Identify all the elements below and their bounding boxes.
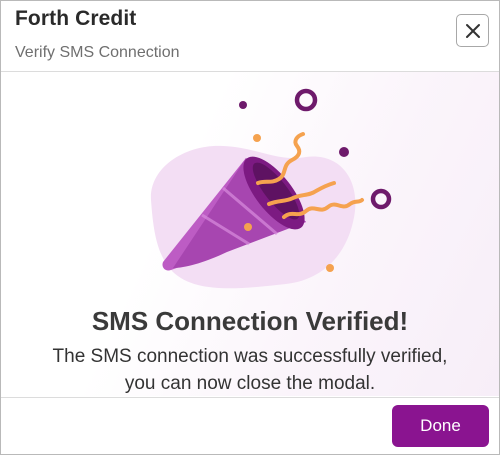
success-heading: SMS Connection Verified! xyxy=(91,306,409,336)
done-button[interactable]: Done xyxy=(392,405,489,447)
success-message-line-1: The SMS connection was successfully veri… xyxy=(52,346,448,367)
success-message: The SMS connection was successfully veri… xyxy=(1,343,499,397)
modal-subtitle: Verify SMS Connection xyxy=(15,44,180,61)
modal-dialog: Forth Credit Verify SMS Connection SMS C… xyxy=(0,0,500,455)
modal-header: Forth Credit Verify SMS Connection xyxy=(1,1,499,72)
modal-footer: Done xyxy=(1,397,499,454)
success-message-line-2: you can now close the modal. xyxy=(124,373,376,394)
close-icon xyxy=(465,23,480,38)
modal-body: SMS Connection Verified! The SMS connect… xyxy=(1,72,499,396)
party-popper-illustration xyxy=(150,88,392,289)
modal-title: Forth Credit xyxy=(15,7,137,30)
close-button[interactable] xyxy=(456,14,489,47)
